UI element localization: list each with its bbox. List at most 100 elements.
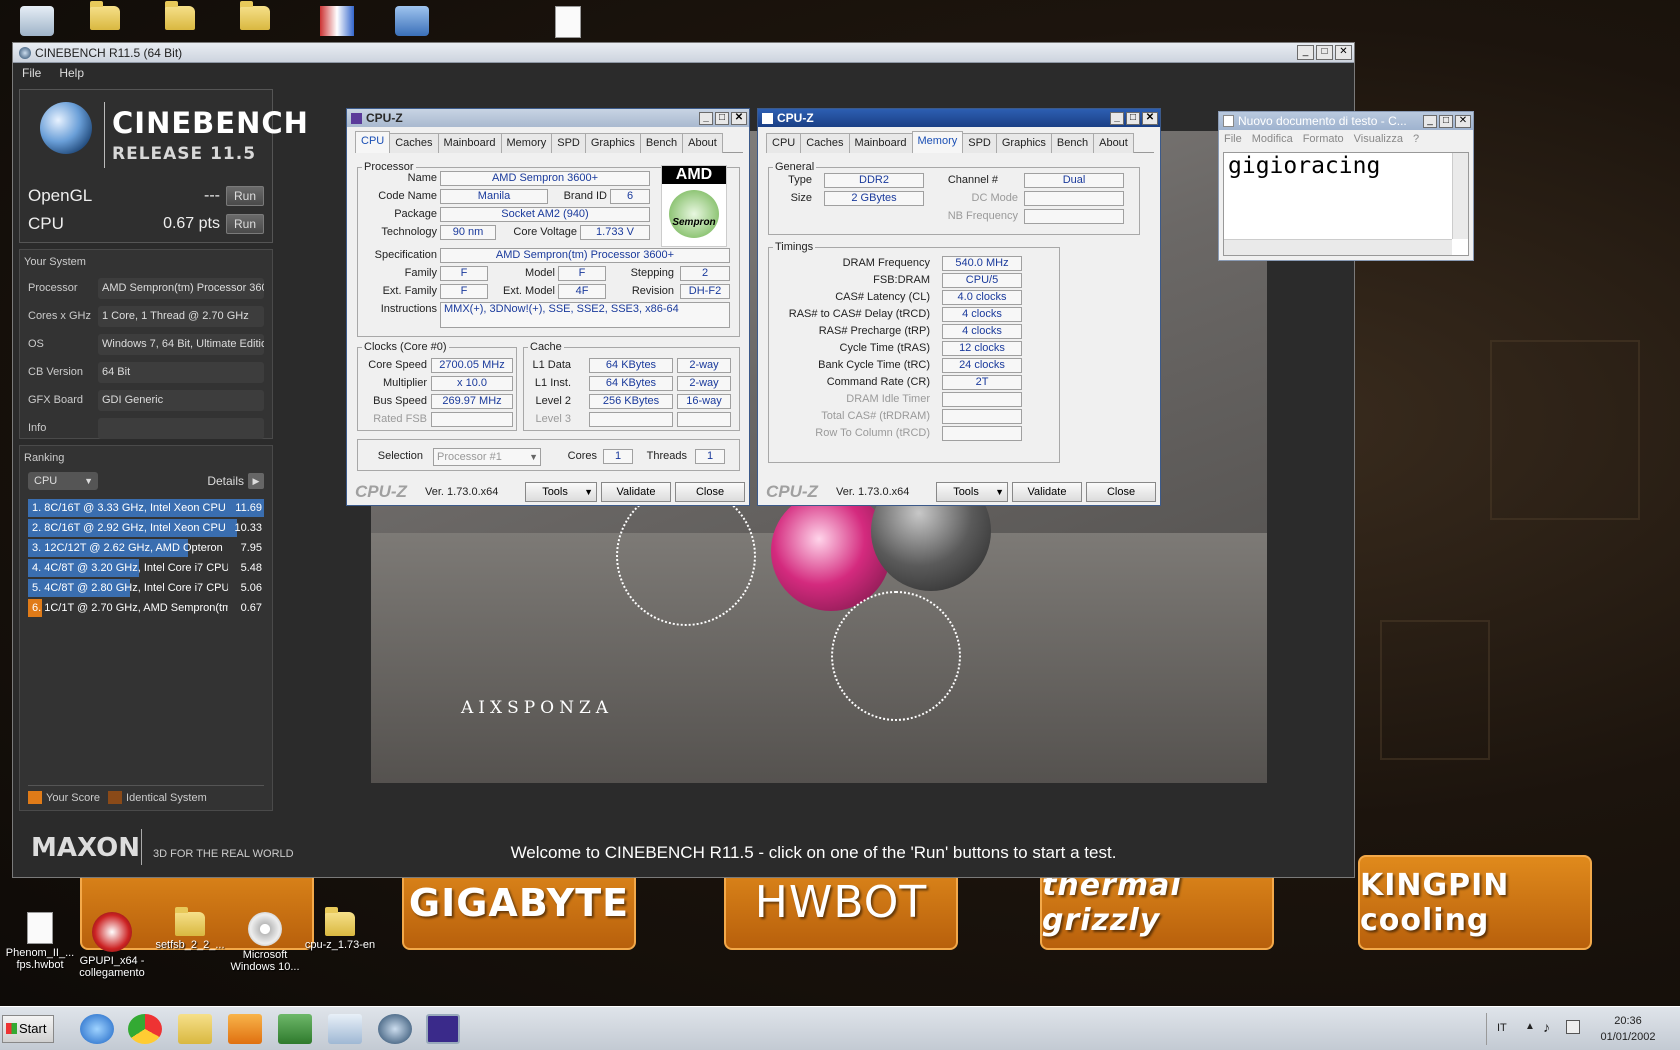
tab-spd[interactable]: SPD — [551, 133, 586, 153]
folder-icon[interactable] — [90, 1, 124, 36]
cpuz-cpu-titlebar[interactable]: CPU-Z _ □ ✕ — [347, 109, 749, 127]
tab-memory[interactable]: Memory — [500, 133, 553, 153]
close-button[interactable]: ✕ — [1335, 45, 1352, 60]
maximize-button[interactable]: □ — [1126, 111, 1140, 125]
show-hidden-icons-button[interactable]: ▲ — [1525, 1021, 1535, 1032]
network-icon[interactable] — [1566, 1020, 1580, 1034]
validate-button[interactable]: Validate — [601, 482, 671, 502]
ranking-row[interactable]: 1. 8C/16T @ 3.33 GHz, Intel Xeon CPU 11.6… — [28, 498, 264, 518]
system-value — [98, 417, 264, 439]
close-button[interactable]: ✕ — [1455, 114, 1471, 128]
ranking-row[interactable]: 3. 12C/12T @ 2.62 GHz, AMD Opteron 7.95 — [28, 538, 264, 558]
close-button[interactable]: ✕ — [1142, 111, 1158, 125]
cinebench-taskbar-icon[interactable] — [378, 1014, 412, 1044]
notepad-taskbar-icon[interactable] — [328, 1014, 362, 1044]
start-button[interactable]: Start — [2, 1015, 54, 1043]
cpu-label: CPU — [28, 214, 64, 233]
cpu-run-button[interactable]: Run — [226, 214, 264, 234]
recycle-bin-icon[interactable] — [20, 6, 54, 36]
tab-cpu[interactable]: CPU — [355, 131, 391, 153]
desktop-icon-setfsb[interactable]: setfsb_2_2_... — [150, 907, 230, 951]
tab-about[interactable]: About — [1093, 133, 1134, 153]
ranking-row[interactable]: 6. 1C/1T @ 2.70 GHz, AMD Sempron(tm 0.67 — [28, 598, 264, 618]
notepad-menu-visualizza[interactable]: Visualizza — [1349, 133, 1408, 145]
l3-value — [589, 412, 673, 427]
notepad-window[interactable]: Nuovo documento di testo - C... _ □ ✕ Fi… — [1218, 111, 1474, 261]
desktop-icon-cpuz[interactable]: cpu-z_1.73-en — [300, 907, 380, 951]
tab-bench[interactable]: Bench — [1050, 133, 1095, 153]
internet-explorer-icon[interactable] — [80, 1014, 114, 1044]
ranking-row[interactable]: 4. 4C/8T @ 3.20 GHz, Intel Core i7 CPU 5.… — [28, 558, 264, 578]
close-window-button[interactable]: Close — [675, 482, 745, 502]
minimize-button[interactable]: _ — [699, 111, 713, 125]
horizontal-scrollbar[interactable] — [1224, 239, 1452, 255]
volume-icon[interactable]: ♪ — [1543, 1019, 1550, 1035]
tab-graphics[interactable]: Graphics — [995, 133, 1052, 153]
notepad-text-area[interactable]: gigioracing — [1223, 152, 1469, 256]
close-button[interactable]: ✕ — [731, 111, 747, 125]
desktop-icon-windows10[interactable]: Microsoft Windows 10... — [225, 912, 305, 973]
tab-memory[interactable]: Memory — [911, 131, 964, 153]
tab-mainboard[interactable]: Mainboard — [848, 133, 913, 153]
multiplier-value: x 10.0 — [431, 376, 513, 391]
general-legend: General — [775, 161, 815, 173]
notepad-menu-modifica[interactable]: Modifica — [1247, 133, 1298, 145]
file-explorer-icon[interactable] — [178, 1014, 212, 1044]
desktop-icon-gpupi[interactable]: GPUPI_x64 - collegamento — [72, 912, 152, 979]
notepad-menu-file[interactable]: File — [1219, 133, 1247, 145]
menu-help[interactable]: Help — [50, 66, 93, 80]
folder-icon[interactable] — [240, 1, 274, 36]
clock-date[interactable]: 01/01/2002 — [1592, 1031, 1664, 1043]
tab-caches[interactable]: Caches — [800, 133, 850, 153]
menu-file[interactable]: File — [13, 66, 50, 80]
maximize-button[interactable]: □ — [1316, 45, 1333, 60]
ranking-row[interactable]: 2. 8C/16T @ 2.92 GHz, Intel Xeon CPU 10.3… — [28, 518, 264, 538]
tab-bench[interactable]: Bench — [639, 133, 684, 153]
ranking-type-select[interactable]: CPU ▼ — [28, 472, 98, 490]
tab-spd[interactable]: SPD — [962, 133, 997, 153]
maximize-button[interactable]: □ — [1439, 114, 1453, 128]
system-value: GDI Generic — [98, 389, 264, 411]
clock-time[interactable]: 20:36 — [1598, 1015, 1658, 1027]
notepad-menu-formato[interactable]: Formato — [1298, 133, 1349, 145]
notepad-titlebar[interactable]: Nuovo documento di testo - C... _ □ ✕ — [1219, 112, 1473, 130]
tab-cpu[interactable]: CPU — [766, 133, 802, 153]
ranking-score: 11.69 — [235, 502, 262, 514]
document-icon[interactable] — [555, 6, 589, 38]
tab-about[interactable]: About — [682, 133, 723, 153]
logo-divider — [104, 102, 105, 168]
minimize-button[interactable]: _ — [1110, 111, 1124, 125]
tab-mainboard[interactable]: Mainboard — [437, 133, 502, 153]
notepad-menu-help[interactable]: ? — [1408, 133, 1424, 145]
minimize-button[interactable]: _ — [1297, 45, 1314, 60]
close-window-button[interactable]: Close — [1086, 482, 1156, 502]
cpuz-cpu-window[interactable]: CPU-Z _ □ ✕ CPU Caches Mainboard Memory SPD G… — [346, 108, 750, 506]
app-icon[interactable] — [320, 6, 354, 36]
l2-way: 16-way — [677, 394, 731, 409]
ranking-row[interactable]: 5. 4C/8T @ 2.80 GHz, Intel Core i7 CPU 5.… — [28, 578, 264, 598]
maximize-button[interactable]: □ — [715, 111, 729, 125]
search-app-icon[interactable] — [395, 6, 429, 36]
chrome-icon[interactable] — [128, 1014, 162, 1044]
tab-graphics[interactable]: Graphics — [584, 133, 641, 153]
validate-button[interactable]: Validate — [1012, 482, 1082, 502]
cpu-tool-icon[interactable] — [278, 1014, 312, 1044]
cinebench-titlebar[interactable]: CINEBENCH R11.5 (64 Bit) _ □ ✕ — [13, 43, 1354, 63]
details-button[interactable]: ▶ — [248, 473, 264, 489]
ranking-score: 7.95 — [240, 542, 262, 554]
vertical-scrollbar[interactable] — [1452, 153, 1468, 239]
media-player-icon[interactable] — [228, 1014, 262, 1044]
desktop-icon-phenom[interactable]: Phenom_II_... fps.hwbot — [0, 912, 80, 971]
tab-caches[interactable]: Caches — [389, 133, 439, 153]
tools-button[interactable]: Tools ▼ — [936, 482, 1008, 502]
cpuz-memory-window[interactable]: CPU-Z _ □ ✕ CPU Caches Mainboard Memory SPD G… — [757, 108, 1161, 506]
tools-button[interactable]: Tools ▼ — [525, 482, 597, 502]
folder-icon[interactable] — [165, 1, 199, 36]
cpuz-memory-titlebar[interactable]: CPU-Z _ □ ✕ — [758, 109, 1160, 127]
cpuz-taskbar-icon[interactable] — [426, 1014, 460, 1044]
opengl-run-button[interactable]: Run — [226, 186, 264, 206]
selection-dropdown[interactable]: Processor #1 ▼ — [433, 448, 541, 466]
language-indicator[interactable]: IT — [1497, 1022, 1507, 1034]
minimize-button[interactable]: _ — [1423, 114, 1437, 128]
extfamily-value: F — [440, 284, 488, 299]
